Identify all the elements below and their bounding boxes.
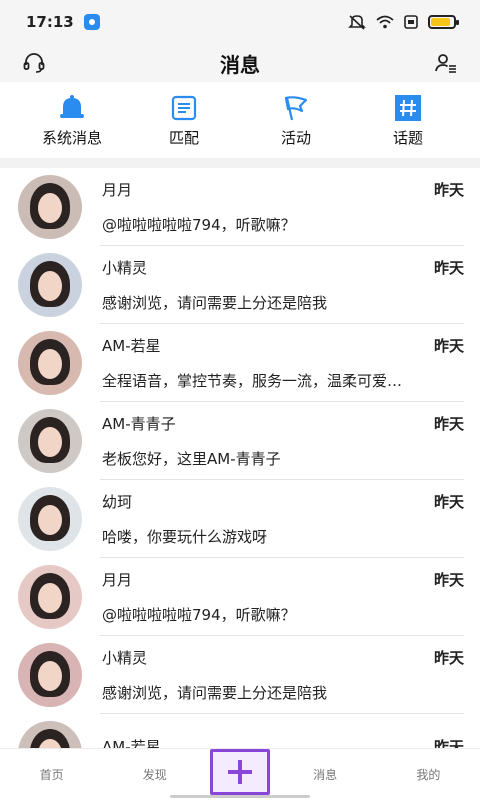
bell-icon [57,93,87,123]
message-list[interactable]: 月月 昨天 @啦啦啦啦啦794，听歌嘛？ 小精灵 昨天 感谢浏览，请问需要上分还… [0,168,480,748]
message-preview: 感谢浏览，请问需要上分还是陪我 [102,684,328,702]
message-time: 昨天 [433,181,464,199]
message-preview: 全程语音，掌控节奏，服务一流，温柔可爱… [102,372,403,390]
message-row[interactable]: 小精灵 昨天 感谢浏览，请问需要上分还是陪我 [0,246,480,324]
contact-name: 幼珂 [102,493,133,511]
status-left: 17:13 [26,13,100,31]
battery-level [431,18,450,26]
home-indicator [170,795,310,798]
flag-icon [281,93,311,123]
message-preview: @啦啦啦啦啦794，听歌嘛？ [102,216,296,234]
message-preview: 感谢浏览，请问需要上分还是陪我 [102,294,328,312]
contact-name: 月月 [102,571,133,589]
user-list-icon[interactable] [434,51,458,75]
tab-label: 话题 [392,128,423,147]
mute-icon [348,15,366,30]
message-row[interactable]: 幼珂 昨天 哈喽，你要玩什么游戏呀 [0,480,480,558]
avatar[interactable] [18,253,82,317]
list-icon [169,93,199,123]
message-preview: 哈喽，你要玩什么游戏呀 [102,528,268,546]
avatar[interactable] [18,721,82,748]
tab-label: 活动 [280,128,311,147]
battery-icon [428,15,459,29]
status-right [348,14,459,30]
sim-icon [404,15,418,29]
header: 消息 [0,44,480,82]
message-time: 昨天 [433,259,464,277]
contact-name: 小精灵 [102,259,148,277]
message-time: 昨天 [433,337,464,355]
avatar[interactable] [18,565,82,629]
tab-label: 系统消息 [41,128,102,147]
message-row[interactable]: 月月 昨天 @啦啦啦啦啦794，听歌嘛？ [0,558,480,636]
message-time: 昨天 [433,415,464,433]
message-row[interactable]: 小精灵 昨天 感谢浏览，请问需要上分还是陪我 [0,636,480,714]
avatar[interactable] [18,331,82,395]
message-time: 昨天 [433,571,464,589]
message-row[interactable]: AM-青青子 昨天 老板您好，这里AM-青青子 [0,402,480,480]
page-title: 消息 [220,52,260,77]
status-time: 17:13 [26,13,74,31]
hashtag-icon [393,93,423,123]
tab-activity[interactable]: 活动 [246,93,346,148]
headset-icon[interactable] [22,51,46,75]
message-preview: @啦啦啦啦啦794，听歌嘛？ [102,606,296,624]
tab-label: 匹配 [168,128,199,147]
tab-topic[interactable]: 话题 [358,93,458,148]
message-time: 昨天 [433,737,464,749]
avatar[interactable] [18,409,82,473]
tab-system-messages[interactable]: 系统消息 [22,93,122,148]
nav-discover[interactable]: 发现 [107,766,203,783]
tab-match[interactable]: 匹配 [134,93,234,148]
contact-name: 月月 [102,181,133,199]
message-time: 昨天 [433,493,464,511]
avatar[interactable] [18,487,82,551]
plus-icon [227,759,252,784]
message-time: 昨天 [433,649,464,667]
contact-name: 小精灵 [102,649,148,667]
nav-messages[interactable]: 消息 [277,766,373,783]
message-row[interactable]: AM-若星 昨天 全程语音，掌控节奏，服务一流，温柔可爱… [0,324,480,402]
avatar[interactable] [18,175,82,239]
contact-name: AM-若星 [102,737,161,749]
message-preview: 老板您好，这里AM-青青子 [102,450,281,468]
status-bar: 17:13 [0,0,480,44]
message-row[interactable]: 月月 昨天 @啦啦啦啦啦794，听歌嘛？ [0,168,480,246]
add-button[interactable] [209,748,270,795]
contact-name: AM-若星 [102,337,161,355]
avatar[interactable] [18,643,82,707]
nav-home[interactable]: 首页 [4,766,100,783]
category-tabs: 系统消息 匹配 活动 话题 [0,82,480,158]
message-row[interactable]: AM-若星 昨天 [0,714,480,748]
wifi-icon [376,15,394,29]
contact-name: AM-青青子 [102,415,176,433]
app-notification-icon [83,14,100,30]
section-divider [0,158,480,168]
bottom-nav: 首页 发现 消息 我的 [0,748,480,800]
nav-mine[interactable]: 我的 [380,766,476,783]
